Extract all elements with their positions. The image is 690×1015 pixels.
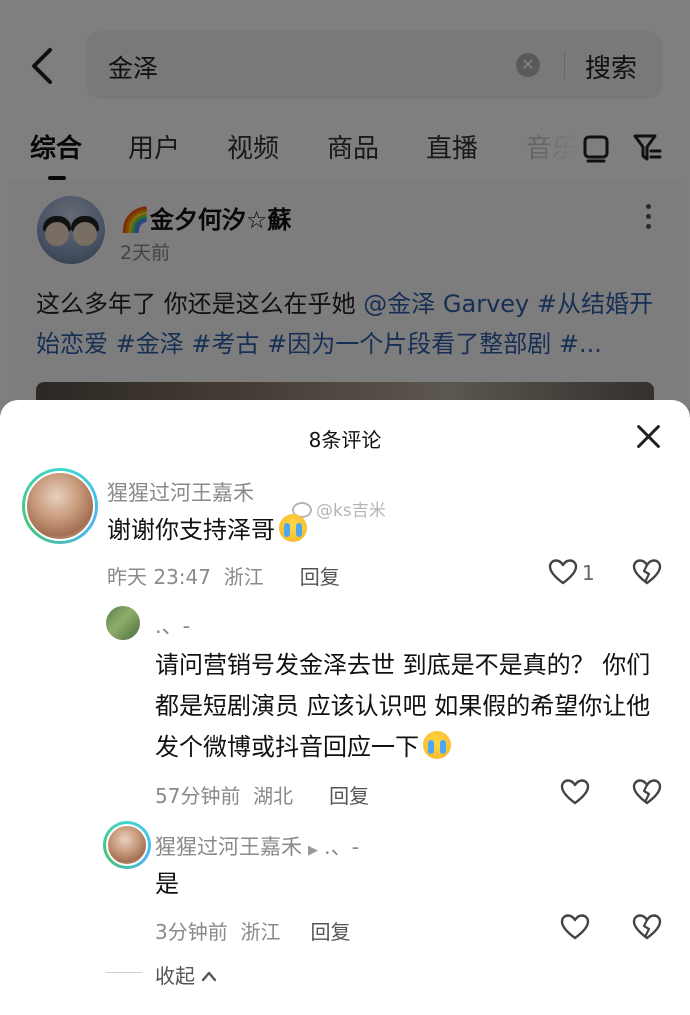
chevron-up-icon [202, 971, 217, 982]
dislike-icon[interactable] [632, 778, 662, 806]
reply-meta: 3分钟前 浙江 回复 [155, 920, 351, 944]
reply-button[interactable]: 回复 [329, 784, 369, 808]
reply-button[interactable]: 回复 [310, 920, 350, 944]
like-count: 1 [582, 561, 595, 585]
comment-text[interactable]: 谢谢你支持泽哥 [107, 510, 307, 551]
reply-meta: 57分钟前 湖北 回复 [155, 784, 370, 808]
reply-header: 猩猩过河王嘉禾 ▶ .、- [155, 831, 359, 861]
heart-icon[interactable] [560, 913, 590, 941]
replier-avatar[interactable] [103, 821, 151, 869]
reply-text[interactable]: 是 [155, 864, 179, 905]
reply-button[interactable]: 回复 [300, 565, 340, 589]
close-icon[interactable] [634, 422, 664, 452]
heart-icon[interactable] [548, 558, 578, 586]
replier-name[interactable]: 猩猩过河王嘉禾 [155, 835, 302, 859]
replier-name[interactable]: .、- [155, 610, 190, 640]
replier-avatar[interactable] [106, 606, 140, 640]
reply-to-arrow-icon: ▶ [308, 843, 318, 858]
reply-to-name[interactable]: .、- [324, 835, 359, 859]
collapse-divider [106, 972, 142, 973]
collapse-replies-button[interactable]: 收起 [155, 960, 217, 989]
comment-meta: 昨天 23:47 浙江 回复 [107, 565, 340, 589]
commenter-name[interactable]: 猩猩过河王嘉禾 [107, 477, 254, 507]
comments-sheet: 8条评论 @ks吉米 猩猩过河王嘉禾 谢谢你支持泽哥 昨天 23:47 浙江 回复… [0, 400, 690, 1015]
cry-emoji-icon [279, 514, 307, 542]
cry-emoji-icon [423, 731, 451, 759]
reply-text[interactable]: 请问营销号发金泽去世 到底是不是真的？ 你们都是短剧演员 应该认识吧 如果假的希… [155, 645, 665, 768]
comments-count-title: 8条评论 [308, 428, 382, 452]
dislike-icon[interactable] [632, 558, 662, 586]
dislike-icon[interactable] [632, 913, 662, 941]
heart-icon[interactable] [560, 778, 590, 806]
commenter-avatar[interactable] [22, 468, 98, 544]
